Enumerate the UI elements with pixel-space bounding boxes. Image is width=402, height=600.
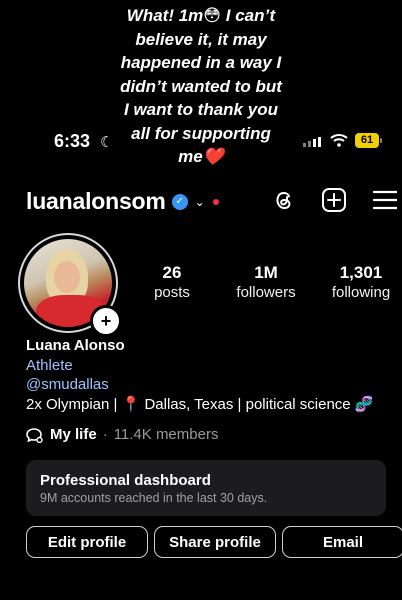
share-profile-button[interactable]: Share profile xyxy=(154,526,276,558)
stat-posts[interactable]: 26 posts xyxy=(146,263,198,303)
username[interactable]: luanalonsom xyxy=(26,188,166,215)
profile-bio: Luana Alonso Athlete @smudallas 2x Olymp… xyxy=(26,336,396,414)
account-switcher[interactable]: luanalonsom ✓ ⌄ xyxy=(26,188,219,215)
community-separator: · xyxy=(102,426,108,443)
story-caption: What! 1m😳 I can’t believe it, it may hap… xyxy=(120,6,282,166)
community-title: My life xyxy=(50,426,97,443)
professional-dashboard[interactable]: Professional dashboard 9M accounts reach… xyxy=(26,460,386,516)
stat-value: 26 xyxy=(162,263,182,282)
chevron-down-icon[interactable]: ⌄ xyxy=(195,195,205,209)
stat-label: posts xyxy=(154,284,190,301)
stat-value: 1,301 xyxy=(339,263,383,282)
community-chat-link[interactable]: My life · 11.4K members xyxy=(26,426,218,443)
bio-text: 2x Olympian | 📍 Dallas, Texas | politica… xyxy=(26,395,374,413)
community-members: 11.4K members xyxy=(113,426,219,443)
mention-link[interactable]: @smudallas xyxy=(26,375,396,395)
category-label: Athlete xyxy=(26,356,73,374)
threads-icon[interactable] xyxy=(266,186,302,214)
profile-actions: Edit profile Share profile Email xyxy=(26,526,402,558)
stat-label: followers xyxy=(236,284,296,301)
dashboard-subtitle: 9M accounts reached in the last 30 days. xyxy=(40,491,268,505)
header-actions xyxy=(252,186,402,214)
stat-following[interactable]: 1,301 following xyxy=(326,263,396,303)
stat-value: 1M xyxy=(254,263,278,282)
add-post-icon[interactable] xyxy=(316,186,352,214)
edit-profile-button[interactable]: Edit profile xyxy=(26,526,148,558)
stat-followers[interactable]: 1M followers xyxy=(230,263,302,303)
email-button[interactable]: Email xyxy=(282,526,402,558)
notification-dot xyxy=(212,198,219,205)
stat-label: following xyxy=(331,284,391,301)
display-name: Luana Alonso xyxy=(26,337,125,354)
profile-stats: 26 posts 1M followers 1,301 following xyxy=(0,263,402,313)
dashboard-title: Professional dashboard xyxy=(40,472,211,489)
verified-icon: ✓ xyxy=(171,193,188,210)
community-icon xyxy=(26,427,43,443)
menu-icon[interactable] xyxy=(366,186,402,214)
